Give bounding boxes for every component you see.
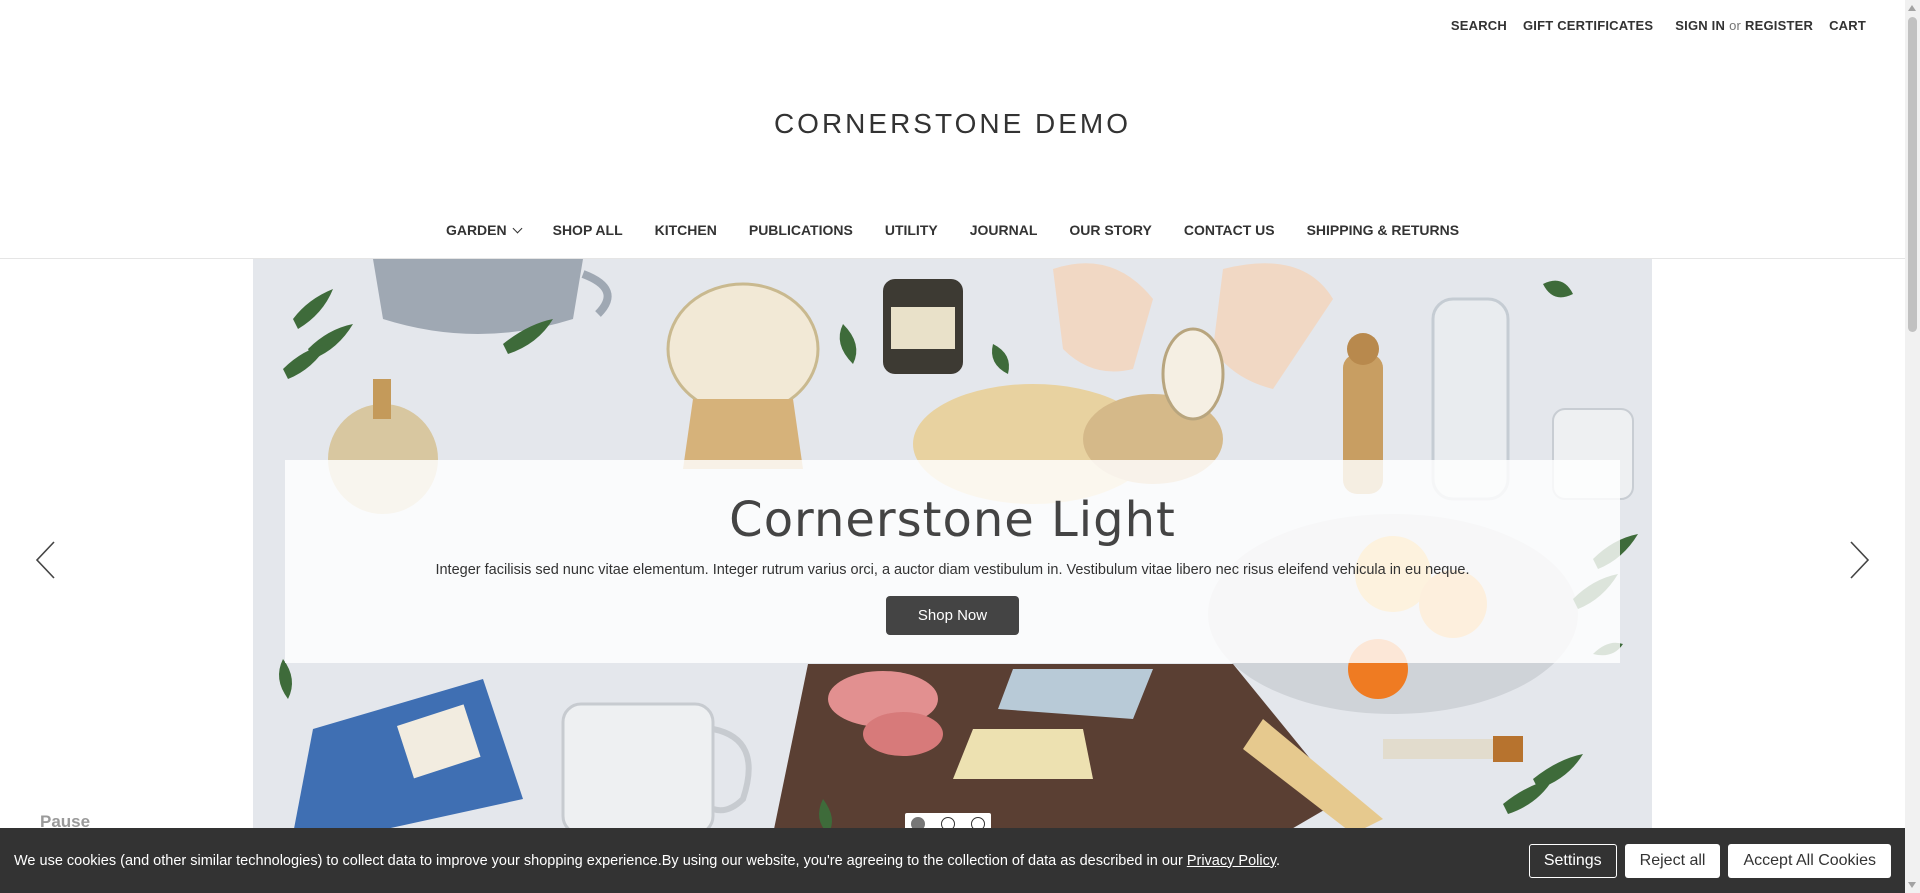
cookie-settings-button[interactable]: Settings — [1528, 843, 1617, 878]
hero-title: Cornerstone Light — [729, 492, 1176, 548]
nav-item-label: JOURNAL — [969, 222, 1038, 238]
sign-in-link[interactable]: SIGN IN — [1661, 18, 1727, 33]
nav-item-label: OUR STORY — [1069, 222, 1152, 238]
next-slide-button[interactable] — [1849, 540, 1871, 580]
chevron-right-icon — [1850, 541, 1870, 579]
chevron-left-icon — [35, 541, 55, 579]
nav-item-publications[interactable]: PUBLICATIONS — [733, 218, 869, 242]
page-scrollbar[interactable] — [1905, 0, 1920, 893]
nav-item-our-story[interactable]: OUR STORY — [1053, 218, 1167, 242]
nav-item-label: UTILITY — [884, 222, 938, 238]
nav-item-label: KITCHEN — [654, 222, 717, 238]
reject-all-button[interactable]: Reject all — [1624, 843, 1721, 878]
nav-item-label: CONTACT US — [1183, 222, 1275, 238]
nav-item-contact-us[interactable]: CONTACT US — [1168, 218, 1291, 242]
cookie-banner: We use cookies (and other similar techno… — [0, 828, 1905, 893]
main-nav: GARDEN SHOP ALL KITCHEN PUBLICATIONS UTI… — [0, 218, 1905, 242]
nav-item-shop-all[interactable]: SHOP ALL — [537, 218, 639, 242]
search-link[interactable]: SEARCH — [1443, 18, 1515, 33]
nav-item-journal[interactable]: JOURNAL — [954, 218, 1054, 242]
gift-certificates-link[interactable]: GIFT CERTIFICATES — [1515, 18, 1661, 33]
cookie-end: . — [1276, 852, 1281, 869]
nav-item-kitchen[interactable]: KITCHEN — [639, 218, 733, 242]
cookie-message: We use cookies (and other similar techno… — [14, 853, 1280, 869]
nav-item-label: PUBLICATIONS — [748, 222, 853, 238]
nav-item-label: SHOP ALL — [552, 222, 623, 238]
nav-item-shipping-returns[interactable]: SHIPPING & RETURNS — [1291, 218, 1475, 242]
hero-carousel[interactable]: Cornerstone Light Integer facilisis sed … — [253, 259, 1652, 834]
cookie-actions: Settings Reject all Accept All Cookies — [1528, 843, 1891, 878]
nav-item-garden[interactable]: GARDEN — [430, 218, 537, 242]
hero-description: Integer facilisis sed nunc vitae element… — [435, 562, 1470, 578]
or-text: or — [1729, 17, 1742, 33]
cart-link[interactable]: CART — [1815, 18, 1874, 33]
scroll-up-icon[interactable] — [1908, 5, 1916, 11]
scroll-down-icon[interactable] — [1908, 882, 1916, 888]
shop-now-button[interactable]: Shop Now — [885, 596, 1020, 635]
store-logo[interactable]: CORNERSTONE DEMO — [0, 108, 1905, 140]
scrollbar-thumb[interactable] — [1908, 17, 1917, 332]
prev-slide-button[interactable] — [34, 540, 56, 580]
nav-item-label: SHIPPING & RETURNS — [1306, 222, 1460, 238]
utility-nav: SEARCH GIFT CERTIFICATES SIGN IN or REGI… — [1443, 0, 1874, 50]
nav-item-label: GARDEN — [445, 222, 507, 238]
register-link[interactable]: REGISTER — [1743, 18, 1815, 33]
cookie-text: We use cookies (and other similar techno… — [14, 852, 1187, 869]
hero-caption: Cornerstone Light Integer facilisis sed … — [285, 460, 1620, 663]
privacy-policy-link[interactable]: Privacy Policy — [1187, 853, 1276, 869]
nav-item-utility[interactable]: UTILITY — [869, 218, 954, 242]
chevron-down-icon — [512, 223, 523, 233]
accept-all-cookies-button[interactable]: Accept All Cookies — [1728, 843, 1891, 878]
